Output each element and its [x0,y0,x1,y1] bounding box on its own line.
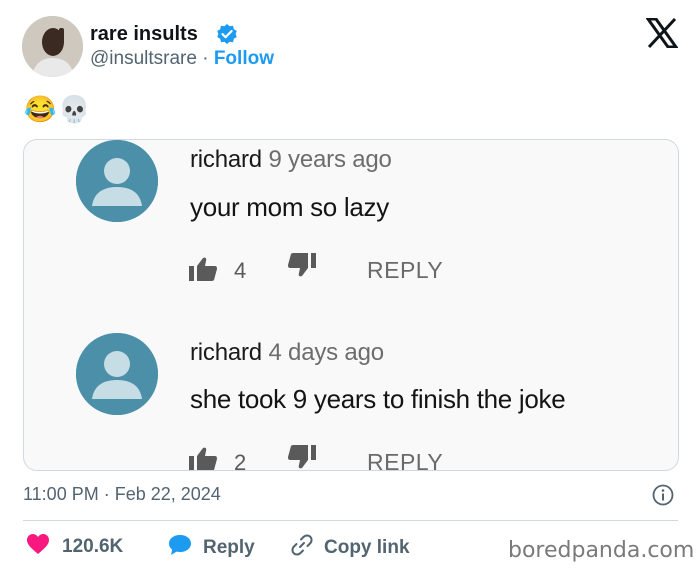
comment-username: richard [190,146,262,173]
comment-header: richard 4 days ago [190,339,384,367]
tweet-timestamp[interactable]: 11:00 PM · Feb 22, 2024 [23,484,221,505]
handle-row: @insultsrare · Follow [90,48,274,70]
tweet-text: 😂💀 [24,94,93,124]
comment-text: your mom so lazy [190,192,389,222]
reply-action[interactable]: Reply [167,533,255,563]
copy-link-label: Copy link [324,537,410,558]
tweet-media-image[interactable]: richard 9 years ago your mom so lazy 4 R… [23,139,679,471]
copy-link-action[interactable]: Copy link [290,533,410,563]
comment-like-count: 4 [234,258,247,283]
comment-header: richard 9 years ago [190,146,392,174]
author-name[interactable]: rare insults [90,23,198,46]
comment-like-count: 2 [234,450,247,471]
thumbs-down-icon [287,252,317,278]
like-action[interactable]: 120.6K [26,533,123,561]
separator-dot: · [202,48,209,69]
comment-time: 9 years ago [268,146,392,173]
reply-label: Reply [203,537,255,558]
comment-avatar-icon [76,140,158,222]
comment-reply-label: REPLY [367,257,444,283]
thumbs-up-icon [188,446,218,470]
thumbs-down-icon [287,444,317,470]
info-icon[interactable] [652,484,674,506]
comment-text: she took 9 years to finish the joke [190,384,566,414]
link-icon [290,533,314,563]
author-handle[interactable]: @insultsrare [90,48,197,69]
reply-bubble-icon [167,533,193,563]
thumbs-up-icon [188,256,218,282]
x-logo-icon[interactable] [645,17,679,49]
divider [23,520,678,521]
comment-username: richard [190,339,262,366]
like-count: 120.6K [62,536,124,557]
follow-button[interactable]: Follow [214,48,274,69]
comment-time: 4 days ago [268,339,384,366]
comment-reply-label: REPLY [367,449,444,471]
author-avatar[interactable] [22,16,83,77]
heart-icon [26,533,50,561]
comment-avatar-icon [76,333,158,415]
watermark: boredpanda.com [508,538,695,563]
verified-badge-icon [216,23,238,45]
